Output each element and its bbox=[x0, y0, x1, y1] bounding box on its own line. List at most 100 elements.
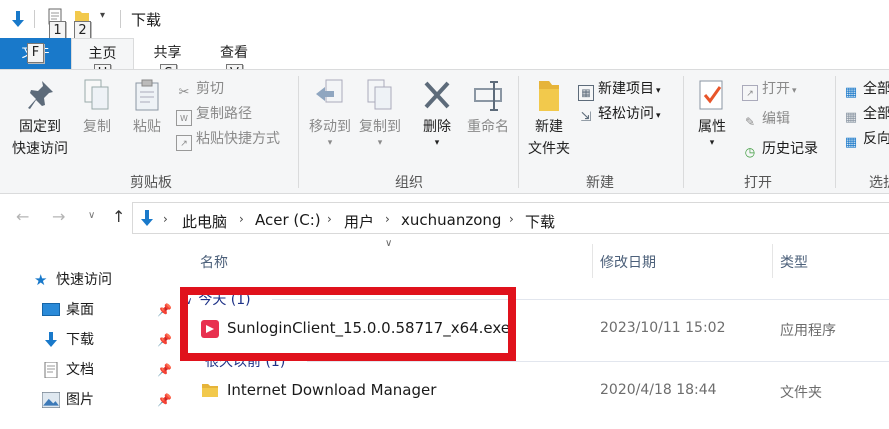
history-icon: ◷ bbox=[744, 145, 756, 159]
file-type: 文件夹 bbox=[780, 385, 822, 401]
crumb-downloads[interactable]: 下载 bbox=[525, 211, 555, 232]
select-all-button[interactable]: ▦ 全部 bbox=[843, 78, 889, 100]
invert-selection-icon: ▦ bbox=[844, 135, 858, 150]
file-row[interactable]: Internet Download Manager 2020/4/18 18:4… bbox=[177, 376, 889, 406]
column-divider[interactable] bbox=[592, 244, 593, 278]
easy-access-button[interactable]: ⇲ 轻松访问 ▾ bbox=[578, 103, 661, 125]
copy-icon bbox=[84, 79, 109, 110]
copy-to-dropdown-icon: ▾ bbox=[377, 138, 383, 148]
delete-label: 删除 bbox=[423, 119, 451, 135]
crumb-separator-icon[interactable]: › bbox=[239, 212, 244, 226]
nav-quick-access-label: 快速访问 bbox=[56, 272, 112, 288]
new-folder-label-line1: 新建 bbox=[535, 119, 563, 135]
copy-to-icon bbox=[367, 79, 392, 110]
rename-label: 重命名 bbox=[467, 119, 509, 135]
new-folder-button[interactable]: 新建 文件夹 bbox=[522, 78, 576, 160]
desktop-icon bbox=[42, 303, 60, 316]
file-modified: 2020/4/18 18:44 bbox=[600, 382, 717, 398]
column-header-name[interactable]: 名称 bbox=[200, 252, 228, 272]
open-button[interactable]: ↗ 打开 ▾ bbox=[742, 78, 797, 101]
invert-selection-button[interactable]: ▦ 反向 bbox=[843, 128, 889, 150]
delete-dropdown-icon: ▾ bbox=[434, 138, 440, 148]
nav-item-label: 桌面 bbox=[66, 302, 94, 318]
pin-label-line2: 快速访问 bbox=[12, 141, 68, 157]
nav-quick-access[interactable]: ★ 快速访问 bbox=[0, 265, 175, 295]
edit-label: 编辑 bbox=[762, 111, 790, 127]
column-divider[interactable] bbox=[772, 244, 773, 278]
select-all-label: 全部 bbox=[863, 81, 889, 97]
ribbon: 固定到 快速访问 复制 粘贴 ✂ 剪切 W 复制路径 ↗ 粘贴快捷方式 剪贴板 移动到… bbox=[0, 69, 889, 194]
keytip-file: F bbox=[27, 43, 44, 63]
clipboard-group-label: 剪贴板 bbox=[130, 175, 172, 191]
crumb-users[interactable]: 用户 bbox=[344, 211, 374, 232]
invert-selection-label: 反向 bbox=[863, 131, 889, 147]
copy-to-button[interactable]: 复制到 ▾ bbox=[354, 78, 406, 148]
crumb-user-folder[interactable]: xuchuanzong bbox=[401, 211, 501, 229]
address-field[interactable]: › 此电脑 › Acer (C:) › 用户 › xuchuanzong › 下… bbox=[132, 202, 889, 234]
scissors-icon: ✂ bbox=[178, 85, 190, 100]
nav-item-pictures[interactable]: 图片 📌 bbox=[0, 385, 175, 415]
nav-item-documents[interactable]: 文档 📌 bbox=[0, 355, 175, 385]
column-header-modified[interactable]: 修改日期 bbox=[600, 252, 656, 272]
move-to-button[interactable]: 移动到 ▾ bbox=[304, 78, 356, 148]
navigation-pane: ★ 快速访问 桌面 📌 下载 📌 文档 📌 图片 📌 bbox=[0, 262, 175, 429]
easy-access-icon: ⇲ bbox=[580, 110, 592, 125]
paste-shortcut-label: 粘贴快捷方式 bbox=[196, 131, 280, 147]
back-arrow-icon[interactable]: ← bbox=[16, 207, 29, 226]
paste-button[interactable]: 粘贴 bbox=[126, 78, 168, 138]
new-item-button[interactable]: ▦ 新建项目 ▾ bbox=[578, 78, 661, 101]
select-none-button[interactable]: ▦ 全部 bbox=[843, 103, 889, 125]
rename-button[interactable]: 重命名 bbox=[462, 78, 514, 138]
history-button[interactable]: ◷ 历史记录 bbox=[742, 138, 818, 160]
select-none-label: 全部 bbox=[863, 106, 889, 122]
folder-icon bbox=[202, 384, 218, 397]
nav-item-label: 下载 bbox=[66, 332, 94, 348]
qat-customize-icon[interactable]: ▾ bbox=[100, 10, 105, 21]
address-bar: ← → ∨ ↑ › 此电脑 › Acer (C:) › 用户 › xuchuan… bbox=[0, 200, 889, 236]
file-modified: 2023/10/11 15:02 bbox=[600, 320, 726, 336]
cut-label: 剪切 bbox=[196, 81, 224, 97]
nav-item-desktop[interactable]: 桌面 📌 bbox=[0, 295, 175, 325]
qat-separator bbox=[34, 10, 35, 28]
copy-button[interactable]: 复制 bbox=[76, 78, 118, 138]
properties-dropdown-icon: ▾ bbox=[709, 138, 715, 148]
new-group-label: 新建 bbox=[586, 175, 614, 191]
picture-icon bbox=[42, 392, 60, 408]
ribbon-separator bbox=[298, 76, 299, 188]
properties-button[interactable]: 属性 ▾ bbox=[688, 78, 736, 148]
folder-icon bbox=[539, 81, 559, 111]
download-icon bbox=[45, 332, 57, 347]
copy-path-button[interactable]: W 复制路径 bbox=[176, 103, 252, 126]
edit-button[interactable]: ✎ 编辑 bbox=[742, 108, 790, 130]
recent-locations-icon[interactable]: ∨ bbox=[88, 210, 95, 221]
crumb-separator-icon[interactable]: › bbox=[509, 212, 514, 226]
properties-label: 属性 bbox=[698, 119, 726, 135]
file-name: Internet Download Manager bbox=[227, 381, 437, 399]
pin-to-quick-access-button[interactable]: 固定到 快速访问 bbox=[4, 78, 76, 160]
pin-label-line1: 固定到 bbox=[19, 119, 61, 135]
download-location-icon bbox=[141, 210, 153, 226]
move-to-dropdown-icon: ▾ bbox=[327, 138, 333, 148]
copy-path-icon: W bbox=[176, 110, 192, 126]
paste-shortcut-icon: ↗ bbox=[176, 135, 192, 151]
down-arrow-icon[interactable] bbox=[10, 10, 26, 28]
window-title: 下载 bbox=[131, 11, 162, 29]
nav-item-label: 文档 bbox=[66, 362, 94, 378]
nav-item-downloads[interactable]: 下载 📌 bbox=[0, 325, 175, 355]
new-item-label: 新建项目 bbox=[598, 81, 654, 97]
forward-arrow-icon[interactable]: → bbox=[52, 207, 65, 226]
up-arrow-icon[interactable]: ↑ bbox=[112, 207, 125, 226]
crumb-separator-icon[interactable]: › bbox=[385, 212, 390, 226]
quick-access-toolbar: ▾ 下载 1 2 bbox=[0, 0, 889, 41]
crumb-this-pc[interactable]: 此电脑 bbox=[182, 211, 227, 232]
crumb-drive-c[interactable]: Acer (C:) bbox=[255, 211, 321, 229]
column-header-type[interactable]: 类型 bbox=[780, 252, 808, 272]
new-item-dropdown-icon: ▾ bbox=[656, 86, 661, 96]
select-group-label: 选护 bbox=[869, 175, 889, 191]
paste-shortcut-button[interactable]: ↗ 粘贴快捷方式 bbox=[176, 128, 280, 151]
delete-button[interactable]: 删除 ▾ bbox=[416, 78, 458, 148]
crumb-separator-icon[interactable]: › bbox=[327, 212, 332, 226]
crumb-separator-icon[interactable]: › bbox=[163, 212, 168, 226]
cut-button[interactable]: ✂ 剪切 bbox=[176, 78, 224, 100]
open-icon: ↗ bbox=[742, 85, 758, 101]
